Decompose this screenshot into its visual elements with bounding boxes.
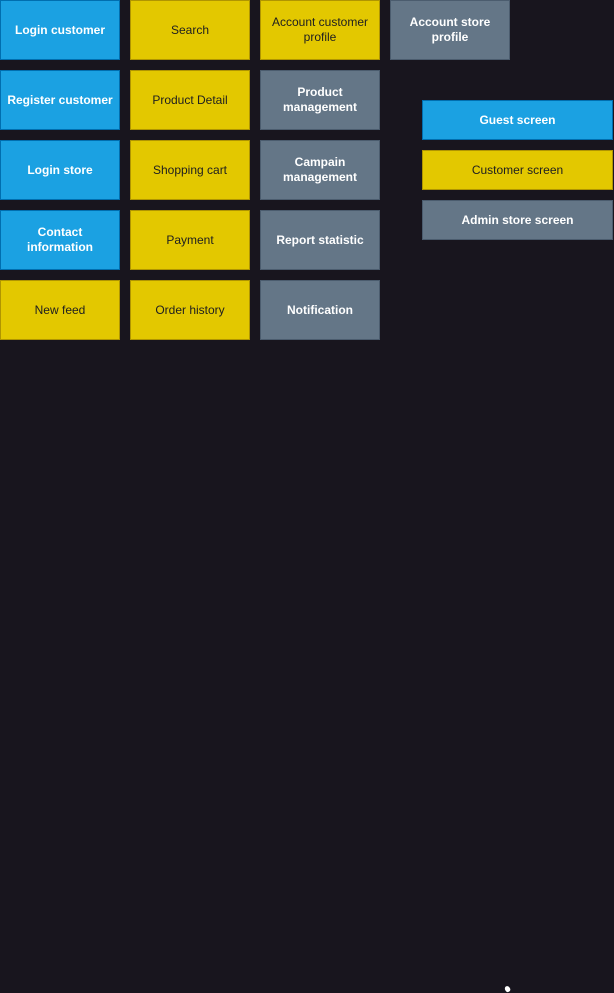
legend-admin-store-screen[interactable]: Admin store screen (422, 200, 613, 240)
screen-new-feed[interactable]: New feed (0, 280, 120, 340)
screen-campain-management[interactable]: Campain management (260, 140, 380, 200)
diagram-canvas: Login customer Register customer Login s… (0, 0, 614, 993)
mouse-cursor-icon (503, 985, 512, 993)
screen-search[interactable]: Search (130, 0, 250, 60)
screen-login-store[interactable]: Login store (0, 140, 120, 200)
screen-shopping-cart[interactable]: Shopping cart (130, 140, 250, 200)
screen-account-customer-profile[interactable]: Account customer profile (260, 0, 380, 60)
screen-notification[interactable]: Notification (260, 280, 380, 340)
screen-account-store-profile[interactable]: Account store profile (390, 0, 510, 60)
legend-customer-screen[interactable]: Customer screen (422, 150, 613, 190)
screen-product-detail[interactable]: Product Detail (130, 70, 250, 130)
screen-order-history[interactable]: Order history (130, 280, 250, 340)
screen-login-customer[interactable]: Login customer (0, 0, 120, 60)
screen-payment[interactable]: Payment (130, 210, 250, 270)
screen-register-customer[interactable]: Register customer (0, 70, 120, 130)
screen-product-management[interactable]: Product management (260, 70, 380, 130)
legend-guest-screen[interactable]: Guest screen (422, 100, 613, 140)
screen-report-statistic[interactable]: Report statistic (260, 210, 380, 270)
screen-contact-information[interactable]: Contact information (0, 210, 120, 270)
